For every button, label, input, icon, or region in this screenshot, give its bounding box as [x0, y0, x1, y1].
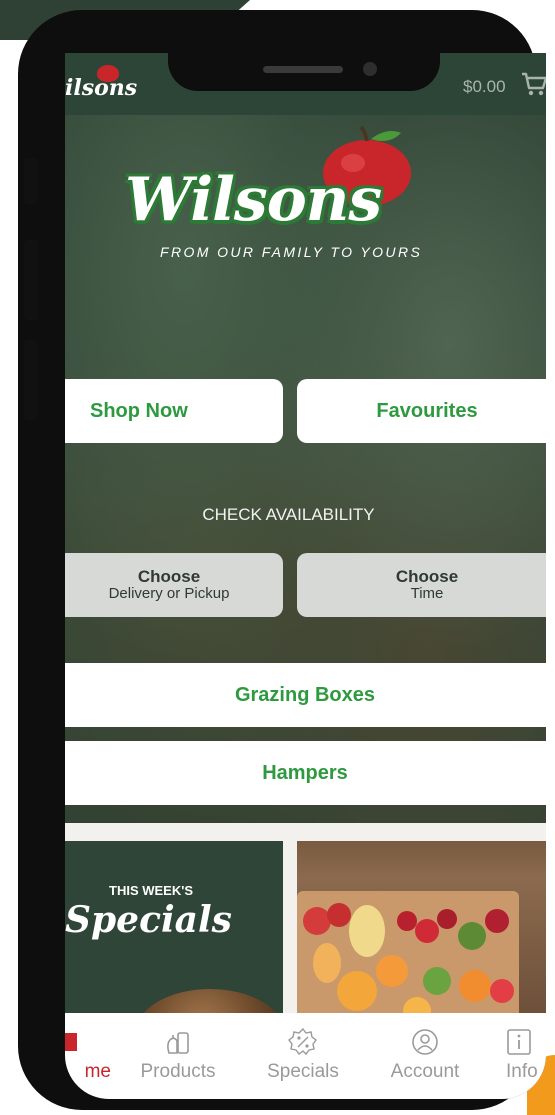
- bottom-tab-bar: me Products Specials Account Info: [65, 1013, 546, 1099]
- tab-info[interactable]: Info: [478, 1013, 546, 1093]
- tab-products[interactable]: Products: [128, 1013, 228, 1093]
- time-choose-label: Choose: [395, 567, 459, 586]
- products-icon: [128, 1027, 228, 1057]
- check-availability-heading: CHECK AVAILABILITY: [202, 505, 375, 524]
- tab-home-label: me: [84, 1061, 111, 1082]
- shop-now-button[interactable]: Shop Now: [65, 379, 283, 443]
- delivery-choose-label: Choose: [137, 567, 201, 586]
- percent-tag-icon: [253, 1027, 353, 1057]
- grazing-platter-tile[interactable]: [297, 841, 546, 1026]
- logo-tagline: FROM OUR FAMILY TO YOURS: [160, 244, 423, 260]
- tab-info-label: Info: [506, 1061, 538, 1082]
- favourites-button[interactable]: Favourites: [297, 379, 546, 443]
- phone-volume-up: [24, 240, 38, 320]
- promo-tiles: THIS WEEK'S Specials: [65, 823, 546, 1026]
- phone-frame: ilsons $0.00 Wilsons FROM OUR FAMILY TO …: [18, 10, 546, 1110]
- phone-notch: [168, 53, 440, 91]
- tab-account[interactable]: Account: [375, 1013, 475, 1093]
- header-logo[interactable]: ilsons: [65, 75, 137, 101]
- cart-icon[interactable]: [521, 71, 546, 102]
- phone-mute-switch: [24, 158, 38, 204]
- specials-promo-tile[interactable]: THIS WEEK'S Specials: [65, 841, 283, 1026]
- delivery-sub-label: Delivery or Pickup: [108, 585, 230, 602]
- platter-image: [297, 891, 519, 1026]
- specials-title: Specials: [65, 899, 232, 941]
- cart-total[interactable]: $0.00: [463, 77, 506, 97]
- phone-volume-down: [24, 340, 38, 420]
- speaker-grille: [263, 66, 343, 73]
- account-icon: [375, 1027, 475, 1057]
- tab-specials-label: Specials: [267, 1061, 339, 1082]
- grazing-boxes-button[interactable]: Grazing Boxes: [65, 663, 546, 727]
- delivery-pickup-selector[interactable]: Choose Delivery or Pickup: [65, 553, 283, 617]
- tab-products-label: Products: [140, 1061, 216, 1082]
- app-screen: ilsons $0.00 Wilsons FROM OUR FAMILY TO …: [65, 53, 546, 1099]
- time-sub-label: Time: [410, 585, 444, 602]
- brand-logo: Wilsons FROM OUR FAMILY TO YOURS: [125, 125, 465, 265]
- tab-home[interactable]: me: [65, 1013, 119, 1093]
- info-icon: [478, 1027, 546, 1057]
- logo-wordmark: Wilsons: [125, 165, 382, 235]
- tab-account-label: Account: [390, 1061, 460, 1082]
- hampers-button[interactable]: Hampers: [65, 741, 546, 805]
- front-camera: [363, 62, 377, 76]
- specials-kicker: THIS WEEK'S: [109, 883, 193, 898]
- home-icon: [65, 1027, 119, 1057]
- tab-specials[interactable]: Specials: [253, 1013, 353, 1093]
- time-selector[interactable]: Choose Time: [297, 553, 546, 617]
